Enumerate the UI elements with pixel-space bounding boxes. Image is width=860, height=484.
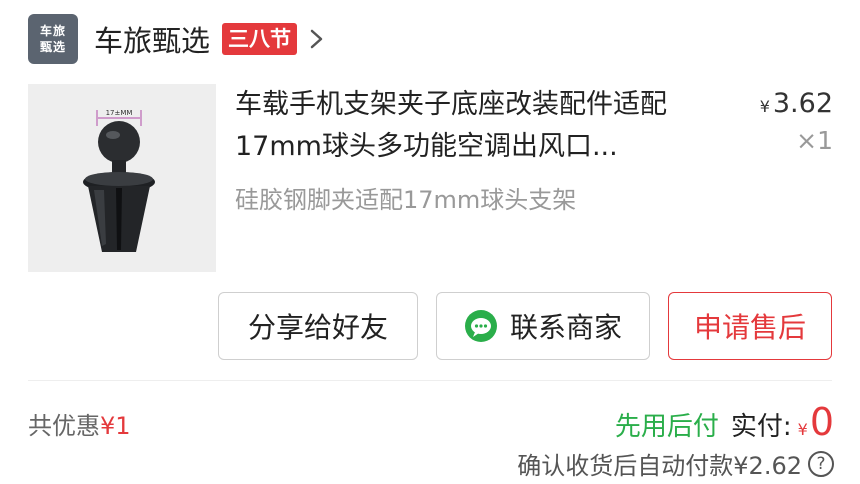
share-button[interactable]: 分享给好友 <box>218 292 418 360</box>
shop-logo-line1: 车旅 <box>39 24 66 38</box>
help-icon[interactable]: ? <box>808 450 834 477</box>
shop-logo: 车旅 甄选 <box>28 14 78 64</box>
share-button-label: 分享给好友 <box>247 311 388 344</box>
product-price: ¥3.62 <box>760 88 833 119</box>
after-sale-label: 申请售后 <box>693 311 806 344</box>
payment-summary: 先用后付 实付: ¥ 0 <box>615 400 834 444</box>
divider <box>28 380 832 381</box>
promo-badge: 三八节 <box>222 23 298 55</box>
price-currency: ¥ <box>759 97 770 116</box>
price-value: 3.62 <box>772 88 833 119</box>
actual-pay-value: 0 <box>809 400 834 444</box>
shop-header[interactable]: 车旅 甄选 车旅甄选 三八节 <box>28 14 329 64</box>
actual-pay-label: 实付: <box>730 412 792 442</box>
product-title[interactable]: 车载手机支架夹子底座改装配件适配17mm球头多功能空调出风口... <box>235 84 715 168</box>
product-variant: 硅胶钢脚夹适配17mm球头支架 <box>235 186 577 214</box>
wechat-icon <box>464 310 497 342</box>
product-image[interactable]: 17±MM <box>28 84 216 272</box>
product-quantity: ×1 <box>796 126 833 155</box>
auto-pay-note: 确认收货后自动付款¥2.62 <box>517 452 802 480</box>
shop-name[interactable]: 车旅甄选 <box>94 18 210 60</box>
auto-pay-note-row: 确认收货后自动付款¥2.62 ? <box>517 446 834 481</box>
chevron-right-icon[interactable] <box>305 24 329 54</box>
discount-summary: 共优惠¥1 <box>28 406 131 441</box>
phone-mount-clip-image: 17±MM <box>28 84 216 272</box>
image-dimension-label: 17±MM <box>106 109 133 117</box>
pay-later-label: 先用后付 <box>614 412 719 442</box>
discount-amount: ¥1 <box>100 412 131 440</box>
actual-pay-currency: ¥ <box>797 420 808 439</box>
contact-seller-button[interactable]: 联系商家 <box>436 292 650 360</box>
contact-seller-label: 联系商家 <box>509 311 622 344</box>
after-sale-button[interactable]: 申请售后 <box>668 292 832 360</box>
discount-label: 共优惠 <box>28 412 100 440</box>
shop-logo-line2: 甄选 <box>39 40 66 54</box>
